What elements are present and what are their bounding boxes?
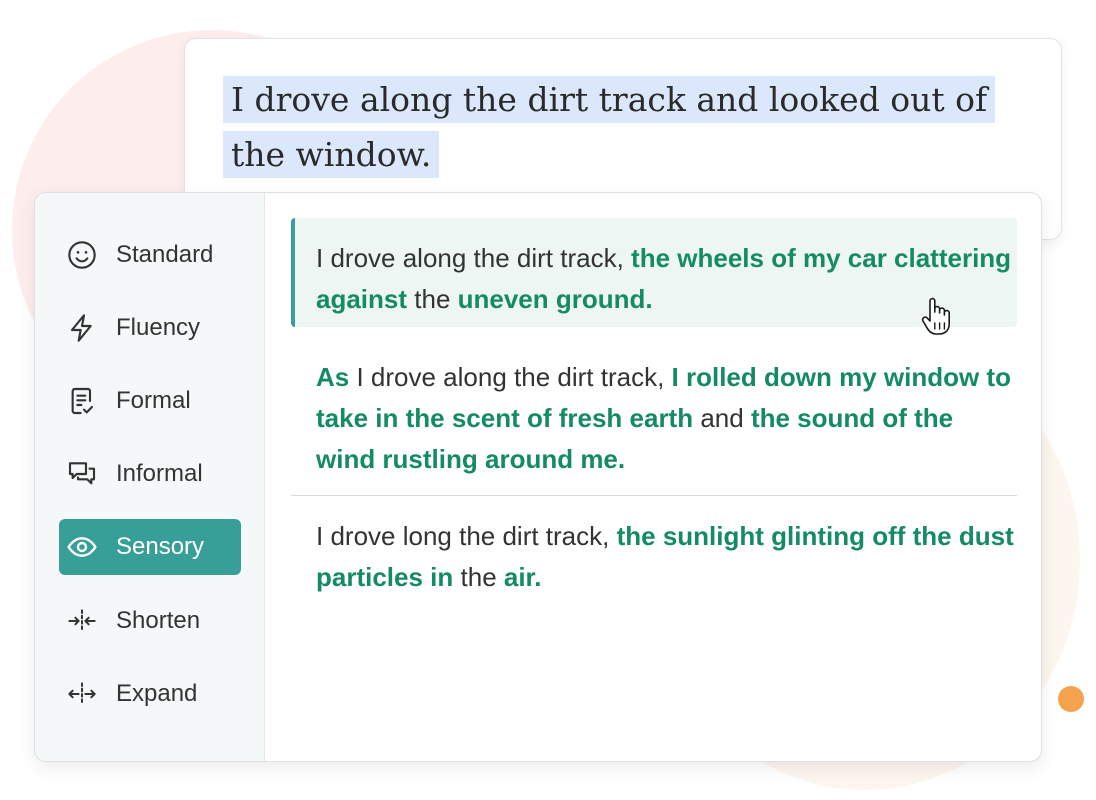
mode-sensory[interactable]: Sensory xyxy=(59,519,241,575)
mode-label: Formal xyxy=(116,387,191,414)
suggestion-1[interactable]: I drove along the dirt track, the wheels… xyxy=(291,218,1017,327)
suggestion-text: I drove long the dirt track, xyxy=(316,521,617,551)
mode-expand[interactable]: Expand xyxy=(59,666,241,722)
mode-informal[interactable]: Informal xyxy=(59,446,241,502)
suggestion-text: and xyxy=(693,403,751,433)
smiley-icon xyxy=(65,238,99,272)
mode-shorten[interactable]: Shorten xyxy=(59,593,241,649)
suggestions-list: I drove along the dirt track, the wheels… xyxy=(265,193,1041,761)
paraphrase-panel: Standard Fluency Formal Informal Sensory… xyxy=(34,192,1042,762)
selected-text[interactable]: I drove along the dirt track and looked … xyxy=(223,76,996,178)
hand-pointer-cursor-icon xyxy=(918,296,954,338)
mode-sidebar: Standard Fluency Formal Informal Sensory… xyxy=(35,193,265,761)
mode-label: Expand xyxy=(116,680,198,707)
suggestion-text: the xyxy=(407,284,458,314)
suggestion-divider xyxy=(291,495,1017,496)
input-text-area[interactable]: I drove along the dirt track and looked … xyxy=(223,72,1043,182)
suggestion-3[interactable]: I drove long the dirt track, the sunligh… xyxy=(291,516,1017,598)
eye-icon xyxy=(65,530,99,564)
document-check-icon xyxy=(65,384,99,418)
mode-label: Sensory xyxy=(116,533,205,560)
shorten-arrows-icon xyxy=(65,604,99,638)
mode-label: Informal xyxy=(116,460,203,487)
suggestion-text: the xyxy=(453,562,504,592)
chat-bubbles-icon xyxy=(65,457,99,491)
mode-label: Shorten xyxy=(116,607,201,634)
mode-formal[interactable]: Formal xyxy=(59,373,241,429)
mode-fluency[interactable]: Fluency xyxy=(59,300,241,356)
expand-arrows-icon xyxy=(65,677,99,711)
suggestion-text: I drove along the dirt track, xyxy=(316,243,632,273)
mode-label: Standard xyxy=(116,241,214,268)
mode-standard[interactable]: Standard xyxy=(59,227,241,283)
suggestion-text: I drove along the dirt track, xyxy=(349,362,672,392)
decorative-orange-dot xyxy=(1058,686,1084,712)
mode-label: Fluency xyxy=(116,314,201,341)
suggestion-change: As xyxy=(316,362,350,392)
suggestion-change: air. xyxy=(503,562,542,592)
lightning-icon xyxy=(65,311,99,345)
suggestion-2[interactable]: As I drove along the dirt track, I rolle… xyxy=(291,357,1017,480)
suggestion-change: uneven ground. xyxy=(457,284,653,314)
